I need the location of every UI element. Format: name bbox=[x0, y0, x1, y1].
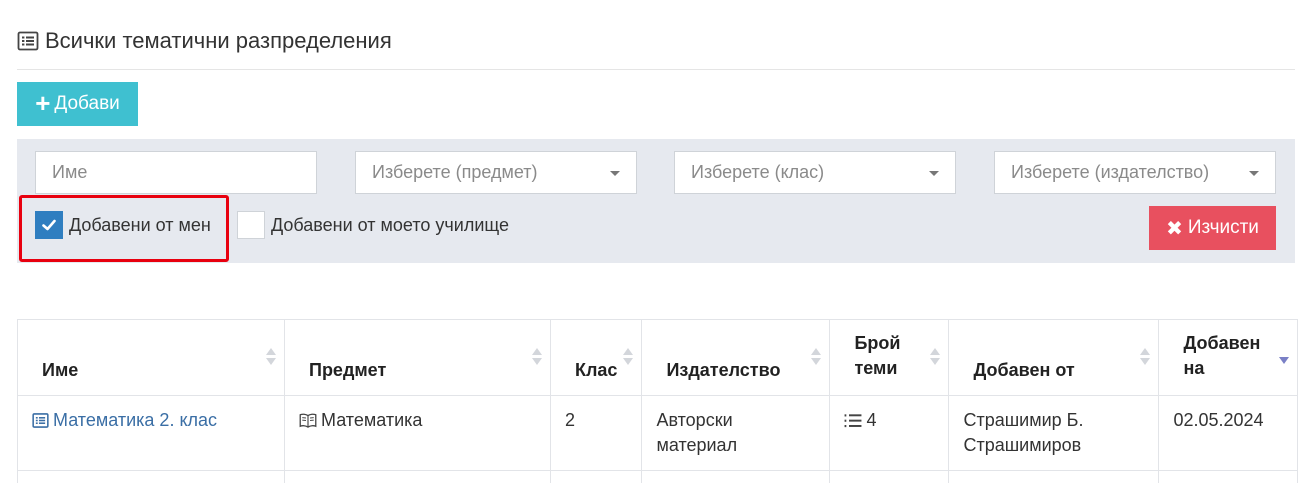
sort-icon bbox=[811, 348, 822, 366]
column-header-label: Име bbox=[42, 360, 79, 380]
publisher-select-placeholder: Изберете (издателство) bbox=[1011, 162, 1210, 182]
cell-class: 2 bbox=[549, 395, 643, 471]
sort-icon bbox=[623, 348, 634, 366]
distribution-link[interactable]: Математика 2. клас bbox=[32, 410, 217, 430]
plus-icon: + bbox=[35, 88, 51, 118]
subject-select-placeholder: Изберете (предмет) bbox=[372, 162, 538, 182]
cell-added-on bbox=[1158, 470, 1299, 483]
distribution-name: Математика 2. клас bbox=[53, 410, 218, 430]
checkbox-unchecked[interactable] bbox=[237, 211, 265, 239]
chevron-down-icon bbox=[610, 171, 620, 176]
sort-icon bbox=[1140, 348, 1151, 366]
column-header-subject[interactable]: Предмет bbox=[284, 319, 551, 396]
list-alt-icon bbox=[32, 413, 49, 428]
subject-value: Математика bbox=[321, 410, 423, 430]
cell-publisher: Авторски материал bbox=[641, 395, 831, 471]
subject-select[interactable]: Изберете (предмет) bbox=[355, 151, 637, 194]
sort-icon bbox=[266, 348, 276, 366]
distributions-table: Име Предмет Клас Издателство Брой теми Д… bbox=[17, 319, 1299, 483]
table-row bbox=[17, 470, 1299, 483]
added-by-me-checkbox[interactable]: Добавени от мен bbox=[35, 211, 211, 239]
cell-name: Математика 2. клас bbox=[17, 395, 285, 471]
column-header-name[interactable]: Име bbox=[17, 319, 285, 396]
page-title: Всички тематични разпределения bbox=[17, 28, 392, 54]
sort-desc-icon bbox=[1279, 357, 1290, 375]
cell-added-by: Страшимир Б. Страшимиров bbox=[948, 395, 1160, 471]
publisher-select[interactable]: Изберете (издателство) bbox=[994, 151, 1276, 194]
column-header-label: Клас bbox=[575, 360, 618, 380]
list-alt-icon bbox=[17, 31, 39, 51]
book-icon bbox=[299, 413, 317, 428]
chevron-down-icon bbox=[929, 171, 939, 176]
added-by-me-label: Добавени от мен bbox=[69, 214, 211, 235]
cell-added-by bbox=[948, 470, 1160, 483]
cell-subject bbox=[284, 470, 551, 483]
cell-added-on: 02.05.2024 bbox=[1158, 395, 1299, 471]
name-filter-input[interactable]: Име bbox=[35, 151, 317, 194]
list-ol-icon bbox=[845, 414, 862, 428]
column-header-label: Добавен на bbox=[1183, 333, 1261, 378]
title-divider bbox=[17, 69, 1295, 70]
column-header-publisher[interactable]: Издателство bbox=[641, 319, 831, 396]
column-header-label: Предмет bbox=[309, 360, 387, 380]
clear-button-label: Изчисти bbox=[1187, 217, 1259, 238]
name-filter-placeholder: Име bbox=[52, 162, 88, 182]
column-header-label: Брой теми bbox=[854, 333, 901, 378]
added-by-school-label: Добавени от моето училище bbox=[271, 214, 509, 235]
table-header-row: Име Предмет Клас Издателство Брой теми Д… bbox=[17, 319, 1299, 396]
cell-topics bbox=[829, 470, 950, 483]
times-icon: ✖ bbox=[1166, 217, 1183, 240]
column-header-topics[interactable]: Брой теми bbox=[829, 319, 950, 396]
column-header-class[interactable]: Клас bbox=[549, 319, 643, 396]
column-header-added-on[interactable]: Добавен на bbox=[1158, 319, 1299, 396]
cell-topics: 4 bbox=[829, 395, 950, 471]
added-by-school-checkbox[interactable]: Добавени от моето училище bbox=[237, 211, 509, 239]
sort-icon bbox=[930, 348, 941, 366]
column-header-added-by[interactable]: Добавен от bbox=[948, 319, 1160, 396]
check-icon bbox=[42, 219, 56, 231]
filter-panel: Име Изберете (предмет) Изберете (клас) И… bbox=[17, 139, 1295, 263]
cell-publisher bbox=[641, 470, 831, 483]
add-button-label: Добави bbox=[54, 93, 120, 114]
page-title-text: Всички тематични разпределения bbox=[45, 28, 392, 53]
checkbox-checked[interactable] bbox=[35, 211, 63, 239]
class-select[interactable]: Изберете (клас) bbox=[674, 151, 956, 194]
cell-name bbox=[17, 470, 285, 483]
cell-class bbox=[549, 470, 643, 483]
chevron-down-icon bbox=[1249, 171, 1259, 176]
clear-button[interactable]: ✖ Изчисти bbox=[1149, 206, 1276, 250]
add-button[interactable]: + Добави bbox=[17, 82, 138, 126]
column-header-label: Добавен от bbox=[973, 360, 1075, 380]
topics-count: 4 bbox=[866, 410, 877, 430]
column-header-label: Издателство bbox=[666, 360, 781, 380]
cell-subject: Математика bbox=[284, 395, 551, 471]
table-row: Математика 2. клас Математика 2 Авторски… bbox=[17, 395, 1299, 471]
sort-icon bbox=[532, 348, 542, 366]
class-select-placeholder: Изберете (клас) bbox=[691, 162, 825, 182]
